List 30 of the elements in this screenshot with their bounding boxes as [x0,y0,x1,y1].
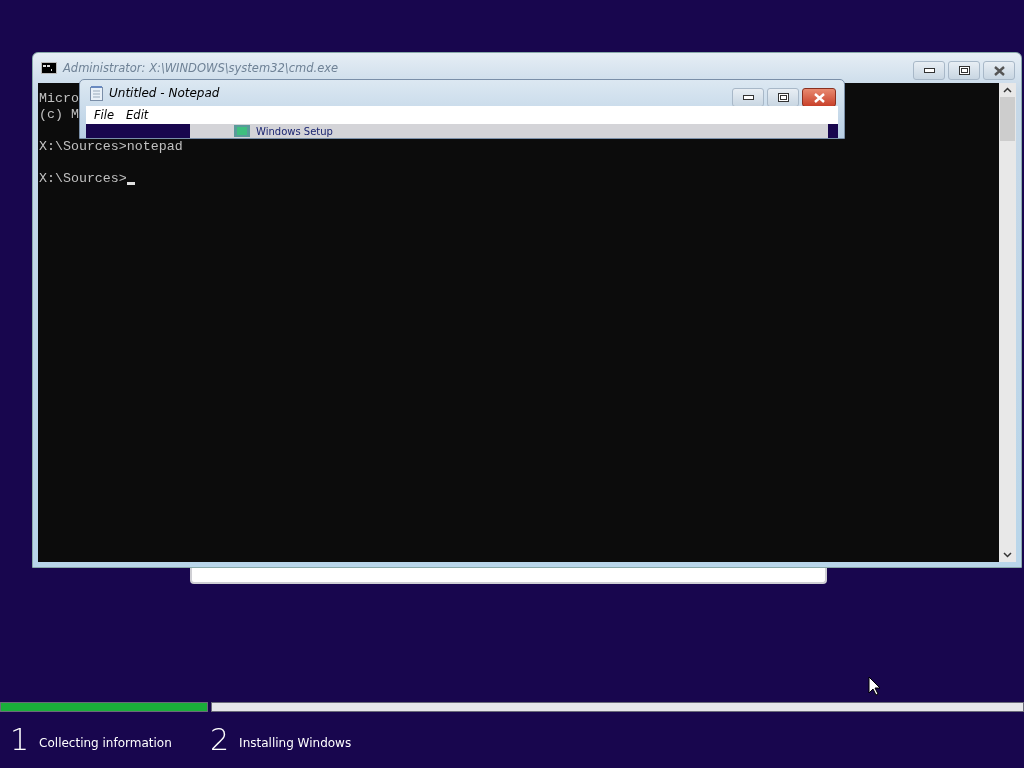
step-number: 1 [10,722,30,757]
menu-item[interactable]: Edit [126,108,149,122]
minimize-icon [742,95,754,100]
pointer-icon [868,676,880,696]
close-icon [813,92,825,103]
step-number: 2 [210,722,230,757]
notepad-icon [90,85,103,101]
maximize-icon [958,66,970,75]
console-line: X:\Sources>notepad [39,139,183,155]
minimize-button[interactable] [913,61,945,80]
console-icon [41,62,57,74]
close-icon [993,65,1005,76]
window-title: Administrator: X:\WINDOWS\system32\cmd.exe [63,61,340,75]
close-button[interactable] [983,61,1015,80]
scroll-up-icon[interactable] [1003,87,1012,93]
window-title: Untitled - Notepad [109,86,221,100]
menu-item[interactable]: File [94,108,115,122]
window-title: Windows Setup [256,124,333,138]
maximize-icon [777,93,789,102]
setup-icon [234,125,250,137]
step-label: Installing Windows [239,736,352,752]
minimize-icon [923,68,935,73]
scroll-down-icon[interactable] [1003,552,1012,558]
scrollbar[interactable] [999,83,1016,562]
maximize-button[interactable] [948,61,980,80]
console-line: X:\Sources> [39,171,127,187]
step-label: Collecting information [39,736,172,752]
scroll-thumb[interactable] [1000,97,1015,141]
console-line: Micro [39,91,79,107]
console-line: (c) M [39,107,79,123]
